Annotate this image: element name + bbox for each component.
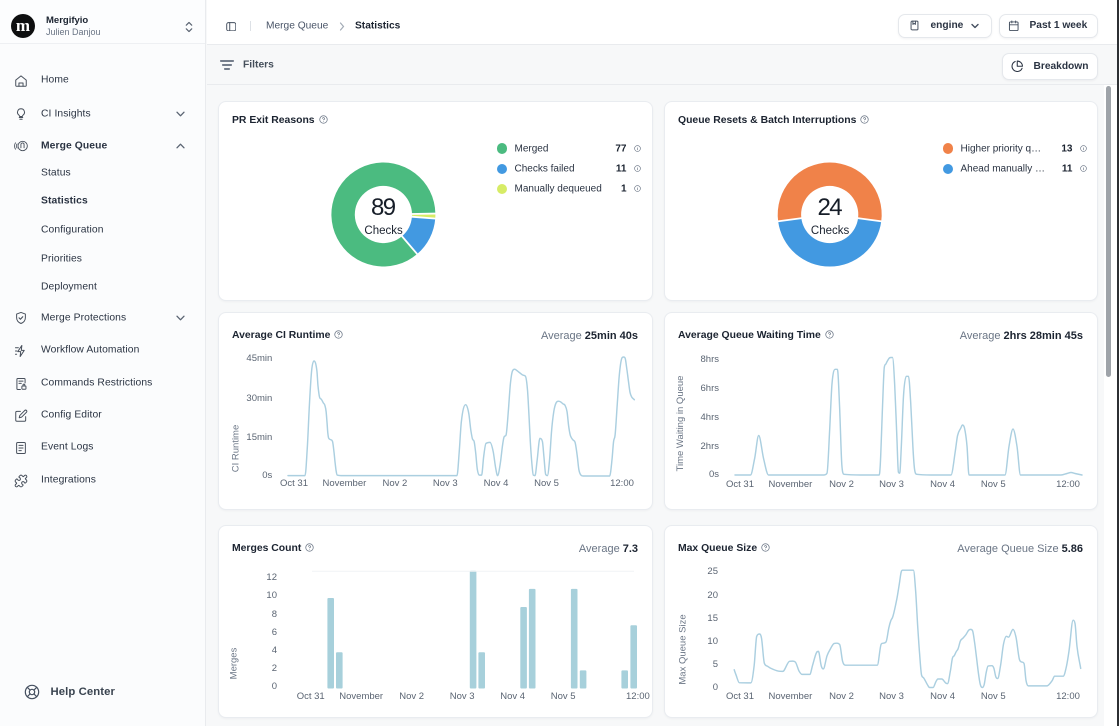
svg-text:24: 24 (818, 194, 843, 221)
svg-text:Checks: Checks (364, 225, 403, 237)
svg-text:89: 89 (371, 194, 396, 221)
svg-text:Checks: Checks (811, 225, 850, 237)
